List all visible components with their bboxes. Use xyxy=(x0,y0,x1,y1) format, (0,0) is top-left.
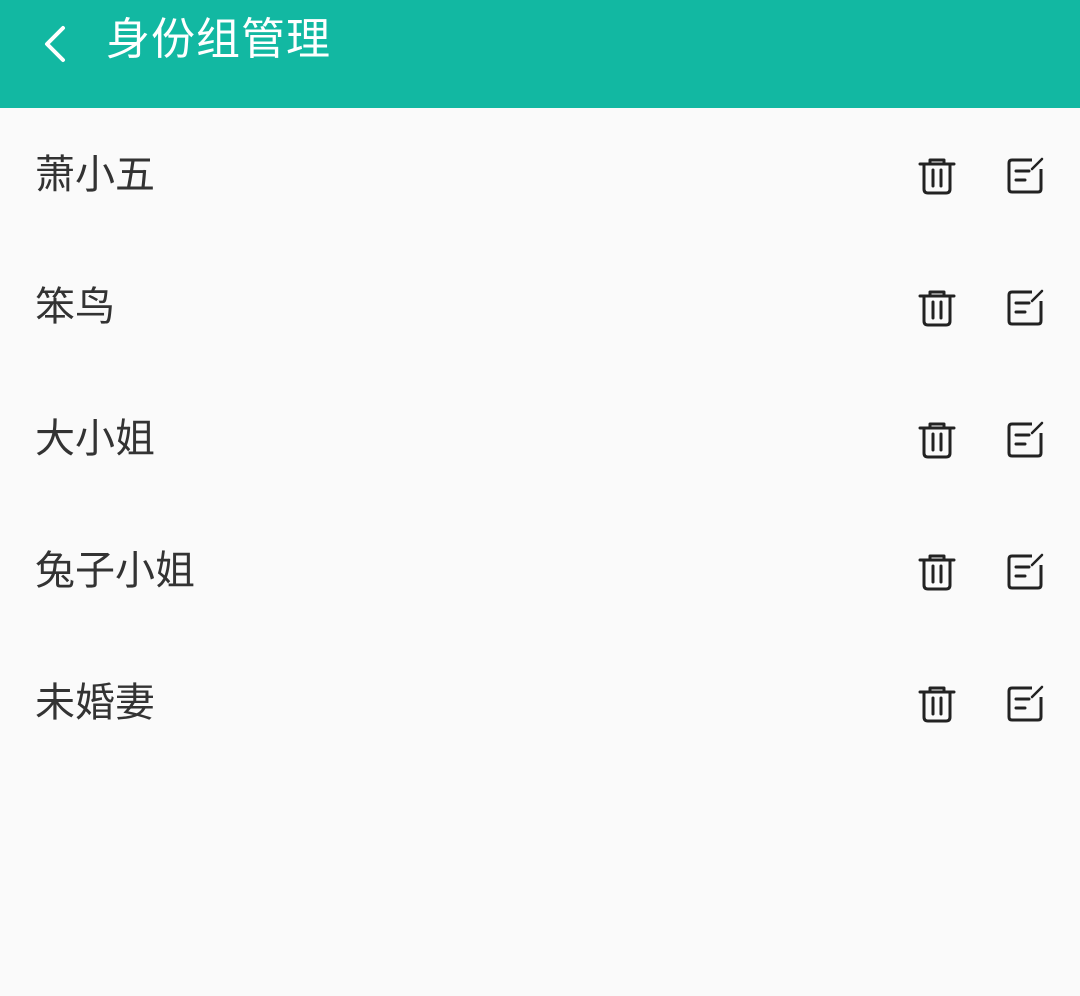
delete-button[interactable] xyxy=(913,416,961,464)
edit-icon xyxy=(1005,420,1045,460)
group-list: 萧小五 笨鸟 大小姐 兔子小姐 未婚妻 xyxy=(0,108,1080,768)
edit-button[interactable] xyxy=(1001,416,1049,464)
delete-button[interactable] xyxy=(913,548,961,596)
app-screen: 身份组管理 萧小五 笨鸟 大小姐 兔子小姐 未婚妻 xyxy=(0,0,1080,996)
group-name: 大小姐 xyxy=(35,416,155,462)
trash-icon xyxy=(917,156,957,196)
list-item[interactable]: 未婚妻 xyxy=(0,636,1080,768)
edit-icon xyxy=(1005,288,1045,328)
back-button[interactable] xyxy=(24,20,88,68)
delete-button[interactable] xyxy=(913,680,961,728)
edit-button[interactable] xyxy=(1001,680,1049,728)
header-bar: 身份组管理 xyxy=(0,0,1080,108)
list-item[interactable]: 萧小五 xyxy=(0,108,1080,240)
group-name: 兔子小姐 xyxy=(35,548,195,594)
trash-icon xyxy=(917,420,957,460)
list-item[interactable]: 大小姐 xyxy=(0,372,1080,504)
group-name: 笨鸟 xyxy=(35,284,115,330)
edit-icon xyxy=(1005,156,1045,196)
edit-icon xyxy=(1005,552,1045,592)
page-title: 身份组管理 xyxy=(106,14,331,65)
trash-icon xyxy=(917,288,957,328)
group-name: 萧小五 xyxy=(35,152,155,198)
trash-icon xyxy=(917,684,957,724)
delete-button[interactable] xyxy=(913,284,961,332)
edit-button[interactable] xyxy=(1001,152,1049,200)
list-item[interactable]: 兔子小姐 xyxy=(0,504,1080,636)
trash-icon xyxy=(917,552,957,592)
group-name: 未婚妻 xyxy=(35,680,155,726)
edit-button[interactable] xyxy=(1001,284,1049,332)
delete-button[interactable] xyxy=(913,152,961,200)
edit-button[interactable] xyxy=(1001,548,1049,596)
chevron-left-icon xyxy=(41,24,71,64)
list-item[interactable]: 笨鸟 xyxy=(0,240,1080,372)
edit-icon xyxy=(1005,684,1045,724)
